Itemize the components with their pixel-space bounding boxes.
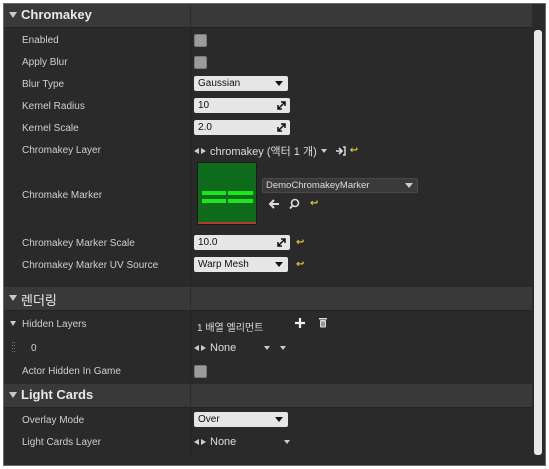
input-value: 10 (198, 100, 210, 111)
chevron-down-icon (275, 262, 283, 267)
input-value: 10.0 (198, 237, 218, 248)
property-row-marker-scale: Chromakey Marker Scale 10.0 ↩ (4, 232, 532, 254)
marker-gap (226, 189, 228, 205)
property-label: Chromakey Layer (22, 145, 101, 156)
dropdown-value: Warp Mesh (198, 259, 249, 270)
drag-handle-icon[interactable] (277, 123, 286, 132)
property-label: Enabled (22, 35, 59, 46)
chevron-down-icon (275, 417, 283, 422)
reset-to-default-icon[interactable]: ↩ (350, 146, 360, 156)
property-label: Overlay Mode (22, 415, 85, 426)
section-title: Chromakey (21, 7, 92, 22)
hidden-layer-element-picker[interactable]: None (194, 342, 287, 354)
add-element-icon[interactable] (295, 318, 305, 328)
marker-scale-input[interactable]: 10.0 (194, 235, 290, 250)
dropdown-value: Over (198, 414, 220, 425)
property-row-light-cards-layer: Light Cards Layer None (4, 431, 532, 455)
property-row-overlay-mode: Overlay Mode Over (4, 409, 532, 431)
scrollbar-thumb[interactable] (534, 30, 542, 455)
actor-layer-icon (194, 438, 206, 446)
column-divider (190, 384, 191, 408)
property-label: Light Cards Layer (22, 437, 101, 448)
enabled-checkbox[interactable] (194, 34, 207, 47)
property-label: Actor Hidden In Game (22, 366, 121, 377)
reset-to-default-icon[interactable]: ↩ (310, 199, 320, 209)
browse-to-icon[interactable] (335, 146, 346, 156)
trash-icon[interactable] (318, 317, 328, 328)
property-label: Hidden Layers (22, 319, 87, 330)
details-panel: Chromakey Enabled Apply Blur Blur Type G… (3, 3, 546, 466)
array-count: 1 배열 엘리먼트 (197, 323, 264, 334)
section-header-chromakey[interactable]: Chromakey (4, 4, 532, 28)
vertical-scrollbar[interactable] (532, 4, 545, 465)
drag-grip-icon[interactable] (12, 342, 16, 354)
drag-handle-icon[interactable] (277, 238, 286, 247)
layer-value: chromakey (액터 1 개) (210, 146, 317, 158)
collapse-triangle-icon[interactable] (9, 295, 17, 301)
asset-type-bar (198, 222, 256, 224)
property-row-kernel-radius: Kernel Radius 10 (4, 95, 532, 117)
layer-value: None (210, 436, 237, 448)
chevron-down-icon[interactable] (264, 346, 271, 350)
chevron-down-icon (275, 81, 283, 86)
property-row-uv-source: Chromakey Marker UV Source Warp Mesh ↩ (4, 254, 532, 276)
property-row-kernel-scale: Kernel Scale 2.0 (4, 117, 532, 139)
reset-to-default-icon[interactable]: ↩ (296, 260, 306, 270)
actor-layer-icon (194, 147, 206, 155)
collapse-triangle-icon[interactable] (9, 12, 17, 18)
drag-handle-icon[interactable] (277, 101, 286, 110)
use-selected-arrow-icon[interactable] (268, 198, 280, 210)
section-title: Light Cards (21, 387, 94, 402)
section-header-rendering[interactable]: 렌더링 (4, 287, 532, 311)
array-element-row: 0 None (4, 336, 532, 360)
dropdown-value: Gaussian (198, 78, 241, 89)
property-row-hidden-layers: Hidden Layers 1 배열 엘리먼트 (4, 312, 532, 336)
column-divider (190, 28, 191, 287)
property-row-actor-hidden: Actor Hidden In Game (4, 360, 532, 382)
chromakey-layer-picker[interactable]: chromakey (액터 1 개) ↩ (194, 143, 360, 159)
column-divider (190, 311, 191, 383)
property-label: Blur Type (22, 79, 65, 90)
property-label: Chromake Marker (22, 190, 103, 201)
property-row-blur-type: Blur Type Gaussian (4, 73, 532, 95)
chevron-down-icon[interactable] (320, 149, 327, 153)
property-label: Apply Blur (22, 57, 68, 68)
property-row-apply-blur: Apply Blur (4, 51, 532, 73)
asset-name: DemoChromakeyMarker (266, 180, 370, 191)
collapse-triangle-icon[interactable] (9, 392, 17, 398)
section-title: 렌더링 (21, 293, 57, 308)
kernel-scale-input[interactable]: 2.0 (194, 120, 290, 135)
column-divider (190, 408, 191, 458)
search-icon[interactable] (289, 198, 301, 210)
light-cards-layer-picker[interactable]: None (194, 436, 291, 448)
actor-hidden-checkbox[interactable] (194, 365, 207, 378)
property-row-enabled: Enabled (4, 29, 532, 51)
apply-blur-checkbox[interactable] (194, 56, 207, 69)
overlay-mode-dropdown[interactable]: Over (194, 412, 288, 427)
marker-thumbnail[interactable] (197, 162, 257, 225)
chevron-down-icon (405, 183, 413, 188)
element-index: 0 (31, 343, 37, 354)
property-label: Kernel Scale (22, 123, 79, 134)
property-label: Chromakey Marker UV Source (22, 260, 159, 271)
property-row-chromakey-marker: Chromake Marker (4, 161, 532, 232)
column-divider (190, 4, 191, 28)
property-row-chromakey-layer: Chromakey Layer chromakey (액터 1 개) ↩ (4, 139, 532, 161)
column-divider (190, 287, 191, 311)
input-value: 2.0 (198, 122, 212, 133)
expand-triangle-icon[interactable] (10, 321, 16, 326)
property-label: Kernel Radius (22, 101, 85, 112)
kernel-radius-input[interactable]: 10 (194, 98, 290, 113)
element-options-chevron-icon[interactable] (280, 346, 287, 350)
uv-source-dropdown[interactable]: Warp Mesh (194, 257, 288, 272)
blur-type-dropdown[interactable]: Gaussian (194, 76, 288, 91)
layer-value: None (210, 342, 237, 354)
actor-layer-icon (194, 344, 206, 352)
marker-asset-dropdown[interactable]: DemoChromakeyMarker (262, 178, 418, 193)
chevron-down-icon[interactable] (284, 440, 291, 444)
reset-to-default-icon[interactable]: ↩ (296, 238, 306, 248)
section-header-light-cards[interactable]: Light Cards (4, 384, 532, 408)
property-label: Chromakey Marker Scale (22, 238, 135, 249)
